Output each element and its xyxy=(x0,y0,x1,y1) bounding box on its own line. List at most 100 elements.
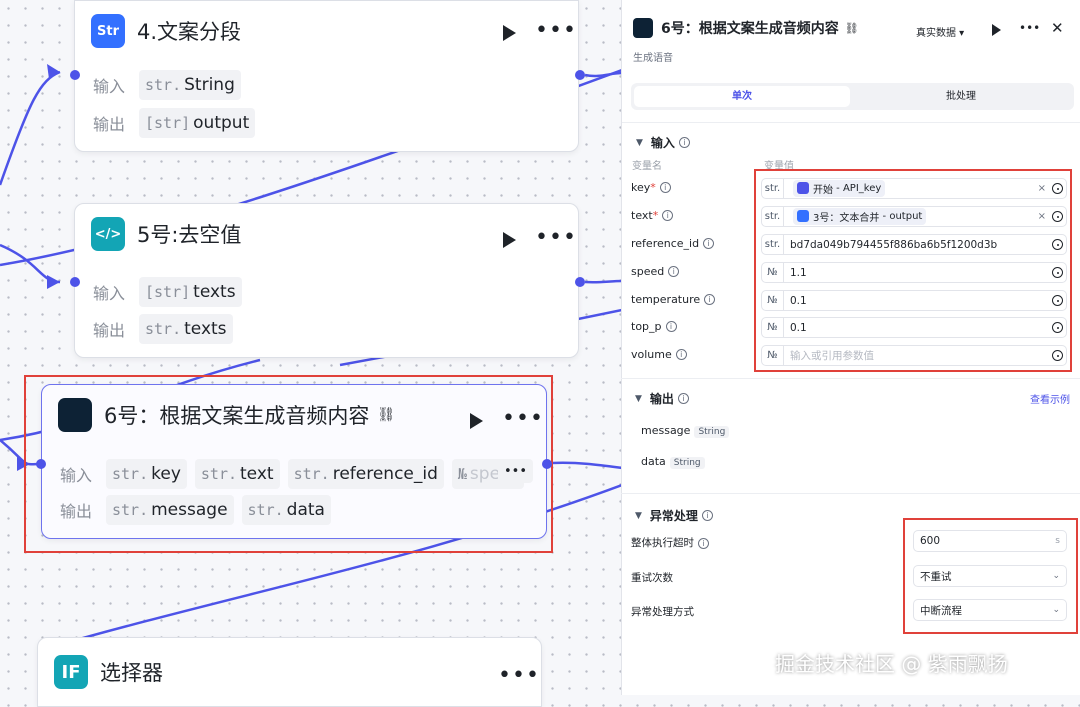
divider xyxy=(621,493,1080,494)
param-name-top-p: top_p i xyxy=(631,320,677,333)
output-item: data String xyxy=(641,455,705,469)
input-port[interactable] xyxy=(70,70,80,80)
param-name-temperature: temperature i xyxy=(631,293,716,306)
panel-title: 6号：根据文案生成音频内容 xyxy=(661,21,839,37)
input-param: str. reference_id xyxy=(287,459,444,489)
param-value-key[interactable]: str. 开始 - API_key × xyxy=(761,178,1067,199)
wire xyxy=(584,279,622,284)
input-port[interactable] xyxy=(36,459,46,469)
node-4[interactable]: Str 4.文案分段 ••• 输入 str. String 输出 [str] out… xyxy=(70,0,585,152)
divider xyxy=(621,378,1080,379)
clear-icon[interactable]: × xyxy=(1038,183,1046,194)
reference-icon[interactable] xyxy=(1052,267,1063,278)
col-name-header: 变量名 xyxy=(632,161,662,172)
output-section-header[interactable]: ▼ 输出 i xyxy=(635,390,689,407)
param-value-volume[interactable]: № 输入或引用参数值 xyxy=(761,345,1067,366)
info-icon: i xyxy=(678,137,690,148)
code-icon: </> xyxy=(91,217,125,251)
more-inputs-button[interactable]: ••• xyxy=(498,459,534,483)
input-label: 输入 xyxy=(93,77,126,96)
error-mode-select[interactable]: 中断流程 ⌄ xyxy=(913,599,1067,621)
timeout-input[interactable]: 600 s xyxy=(913,530,1067,552)
output-item: message String xyxy=(641,424,730,438)
run-node-button[interactable] xyxy=(503,232,516,248)
node-5[interactable]: </> 5号:去空值 ••• 输入 [str] texts 输出 str. text… xyxy=(70,203,585,358)
plugin-icon xyxy=(58,398,92,432)
data-mode-select[interactable]: 真实数据 ▾ xyxy=(916,24,964,39)
output-label: 输出 xyxy=(93,321,126,340)
param-value-top-p[interactable]: № 0.1 xyxy=(761,317,1067,338)
param-name-text: text * i xyxy=(631,209,674,222)
chevron-down-icon: ⌄ xyxy=(1052,605,1060,615)
info-icon: i xyxy=(677,393,689,404)
reference-icon[interactable] xyxy=(1052,295,1063,306)
see-example-link[interactable]: 查看示例 xyxy=(1030,391,1070,406)
wire xyxy=(584,71,622,78)
watermark: 掘金技术社区 @ 紫雨飘扬 xyxy=(775,652,1008,676)
output-param: str. message xyxy=(106,495,234,525)
more-options-button[interactable]: ••• xyxy=(502,408,544,430)
reference-icon[interactable] xyxy=(1052,322,1063,333)
wire xyxy=(0,70,61,186)
node-icon: Str xyxy=(91,14,125,48)
input-param: str. text xyxy=(194,459,280,489)
output-label: 输出 xyxy=(93,115,126,134)
output-label: 输出 xyxy=(60,502,93,521)
plugin-icon xyxy=(633,18,653,38)
text-node-icon xyxy=(797,210,809,223)
tab-batch[interactable]: 批处理 xyxy=(853,86,1069,107)
output-param: str. data xyxy=(241,495,331,525)
more-options-button[interactable]: ••• xyxy=(1019,21,1040,35)
output-port[interactable] xyxy=(575,277,585,287)
output-param: str. texts xyxy=(139,314,233,344)
input-label: 输入 xyxy=(93,284,126,303)
param-value-reference-id[interactable]: str. bd7da049b794455f886ba6b5f1200d3b xyxy=(761,234,1067,255)
close-icon[interactable]: ✕ xyxy=(1051,19,1064,37)
panel-subtitle: 生成语音 xyxy=(633,53,673,64)
wire xyxy=(551,461,622,470)
more-options-button[interactable]: ••• xyxy=(535,20,577,42)
clear-icon[interactable]: × xyxy=(1038,211,1046,222)
run-node-button[interactable] xyxy=(503,25,516,41)
mode-tabs: 单次 批处理 xyxy=(631,83,1074,110)
link-icon: ⛓ xyxy=(377,407,396,423)
timeout-label: 整体执行超时 i xyxy=(631,535,709,550)
input-section-header[interactable]: ▼ 输入 i xyxy=(636,134,690,151)
param-value-temperature[interactable]: № 0.1 xyxy=(761,290,1067,311)
tab-single[interactable]: 单次 xyxy=(634,86,850,107)
input-label: 输入 xyxy=(60,466,93,485)
reference-icon[interactable] xyxy=(1052,350,1063,361)
output-param: [str] output xyxy=(139,108,256,138)
node-6[interactable]: 6号：根据文案生成音频内容 ⛓ ••• 输入 str. key str. text … xyxy=(36,384,552,539)
run-button[interactable] xyxy=(992,24,1001,36)
workflow-canvas[interactable]: Str 4.文案分段 ••• 输入 str. String 输出 [str] out… xyxy=(0,0,622,707)
run-node-button[interactable] xyxy=(470,413,483,429)
info-icon: i xyxy=(701,510,713,521)
input-param: str. key xyxy=(106,459,187,489)
reference-icon[interactable] xyxy=(1052,183,1063,194)
node-title: 选择器 xyxy=(100,661,163,685)
param-value-text[interactable]: str. 3号：文本合并 - output × xyxy=(761,206,1067,227)
if-icon: IF xyxy=(54,655,88,689)
error-section-header[interactable]: ▼ 异常处理 i xyxy=(635,507,713,524)
node-title: 5号:去空值 xyxy=(137,223,242,247)
param-name-reference-id: reference_id i xyxy=(631,237,715,250)
retry-label: 重试次数 xyxy=(631,572,673,584)
input-param: str. String xyxy=(139,70,241,100)
chevron-down-icon: ⌄ xyxy=(1052,571,1060,581)
more-options-button[interactable]: ••• xyxy=(535,227,577,249)
input-port[interactable] xyxy=(70,277,80,287)
node-title: 4.文案分段 xyxy=(137,20,242,44)
error-mode-label: 异常处理方式 xyxy=(631,606,694,618)
start-node-icon xyxy=(797,182,809,195)
node-selector[interactable]: IF 选择器 ••• xyxy=(37,637,542,707)
param-value-speed[interactable]: № 1.1 xyxy=(761,262,1067,283)
output-port[interactable] xyxy=(542,459,552,469)
divider xyxy=(622,122,1080,123)
output-port[interactable] xyxy=(575,70,585,80)
reference-icon[interactable] xyxy=(1052,211,1063,222)
retry-select[interactable]: 不重试 ⌄ xyxy=(913,565,1067,587)
more-options-button[interactable]: ••• xyxy=(498,665,540,687)
reference-icon[interactable] xyxy=(1052,239,1063,250)
param-name-key: key * i xyxy=(631,181,671,194)
